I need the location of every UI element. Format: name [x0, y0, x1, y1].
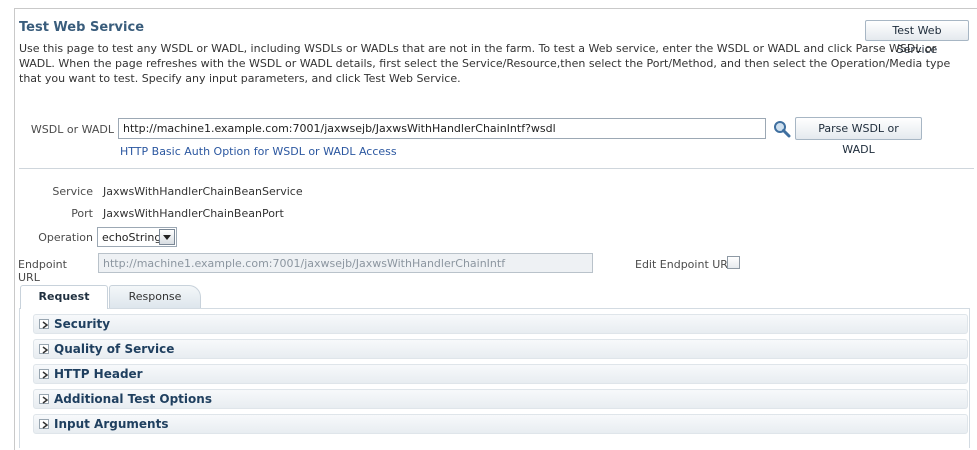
section-divider — [19, 168, 974, 169]
section-label: Additional Test Options — [54, 392, 212, 406]
chevron-down-icon[interactable] — [159, 229, 175, 245]
wsdl-input[interactable]: http://machine1.example.com:7001/jaxwsej… — [118, 118, 766, 139]
section-label: Quality of Service — [54, 342, 175, 356]
endpoint-url-label: Endpoint URL — [18, 258, 67, 284]
tab-response[interactable]: Response — [109, 285, 201, 309]
tab-request[interactable]: Request — [20, 285, 108, 309]
endpoint-url-field: http://machine1.example.com:7001/jaxwsej… — [98, 253, 593, 273]
expand-chevron-icon[interactable] — [39, 394, 49, 404]
expand-chevron-icon[interactable] — [39, 344, 49, 354]
page-title: Test Web Service — [19, 20, 145, 35]
edit-endpoint-url-checkbox[interactable] — [727, 256, 740, 269]
section-http-header[interactable]: HTTP Header — [33, 364, 968, 384]
port-label: Port — [71, 207, 93, 220]
service-label: Service — [52, 185, 93, 198]
port-value: JaxwsWithHandlerChainBeanPort — [103, 207, 284, 220]
expand-chevron-icon[interactable] — [39, 419, 49, 429]
section-label: HTTP Header — [54, 367, 143, 381]
section-security[interactable]: Security — [33, 314, 968, 334]
page-description: Use this page to test any WSDL or WADL, … — [19, 42, 951, 85]
expand-chevron-icon[interactable] — [39, 369, 49, 379]
basic-auth-link[interactable]: HTTP Basic Auth Option for WSDL or WADL … — [120, 145, 397, 158]
expand-chevron-icon[interactable] — [39, 319, 49, 329]
operation-selected-value: echoString — [102, 231, 162, 244]
magnifier-icon[interactable] — [773, 120, 791, 138]
test-web-service-button[interactable]: Test Web Service — [865, 20, 969, 56]
edit-endpoint-url-label: Edit Endpoint URL — [635, 258, 735, 271]
section-input-arguments[interactable]: Input Arguments — [33, 414, 968, 434]
parse-wsdl-button[interactable]: Parse WSDL or WADL — [795, 117, 922, 156]
service-value: JaxwsWithHandlerChainBeanService — [103, 185, 303, 198]
section-additional-test-options[interactable]: Additional Test Options — [33, 389, 968, 409]
section-quality-of-service[interactable]: Quality of Service — [33, 339, 968, 359]
wsdl-label: WSDL or WADL — [30, 123, 114, 136]
section-label: Input Arguments — [54, 417, 169, 431]
operation-select[interactable]: echoString — [97, 227, 177, 247]
operation-label: Operation — [38, 231, 93, 244]
section-label: Security — [54, 317, 111, 331]
